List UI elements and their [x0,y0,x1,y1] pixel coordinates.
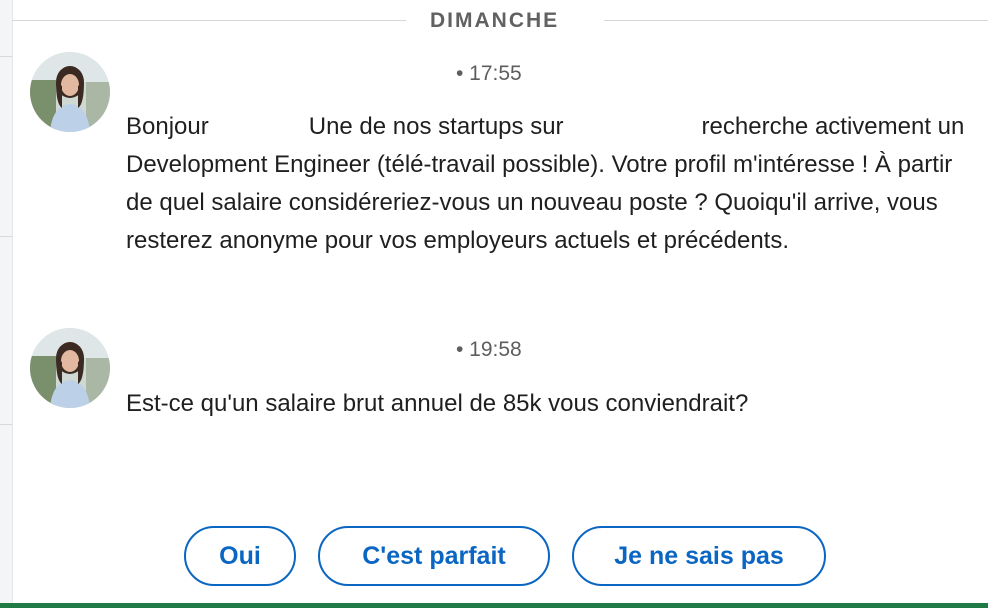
panel-divider [0,56,12,57]
quick-reply-oui[interactable]: Oui [184,526,296,586]
left-panel-edge [0,0,13,608]
divider-line-right [604,20,988,21]
message-text: Une de nos startups sur [308,113,564,140]
avatar-photo [30,52,110,132]
quick-reply-je-ne-sais-pas[interactable]: Je ne sais pas [572,526,826,586]
bottom-accent-bar [0,603,988,608]
message-body: Bonjour Une de nos startups sur recherche … [126,108,966,260]
avatar-photo [30,328,110,408]
sender-avatar[interactable] [30,328,110,408]
panel-divider [0,236,12,237]
message-text: Bonjour [126,113,209,140]
sender-avatar[interactable] [30,52,110,132]
message-timestamp: • 19:58 [456,338,522,361]
day-label: DIMANCHE [430,9,560,32]
day-divider: DIMANCHE [0,8,988,34]
panel-divider [0,424,12,425]
quick-reply-cest-parfait[interactable]: C'est parfait [318,526,550,586]
message-timestamp: • 17:55 [456,62,522,85]
message-body: Est-ce qu'un salaire brut annuel de 85k … [126,390,749,417]
divider-line-left [12,20,406,21]
